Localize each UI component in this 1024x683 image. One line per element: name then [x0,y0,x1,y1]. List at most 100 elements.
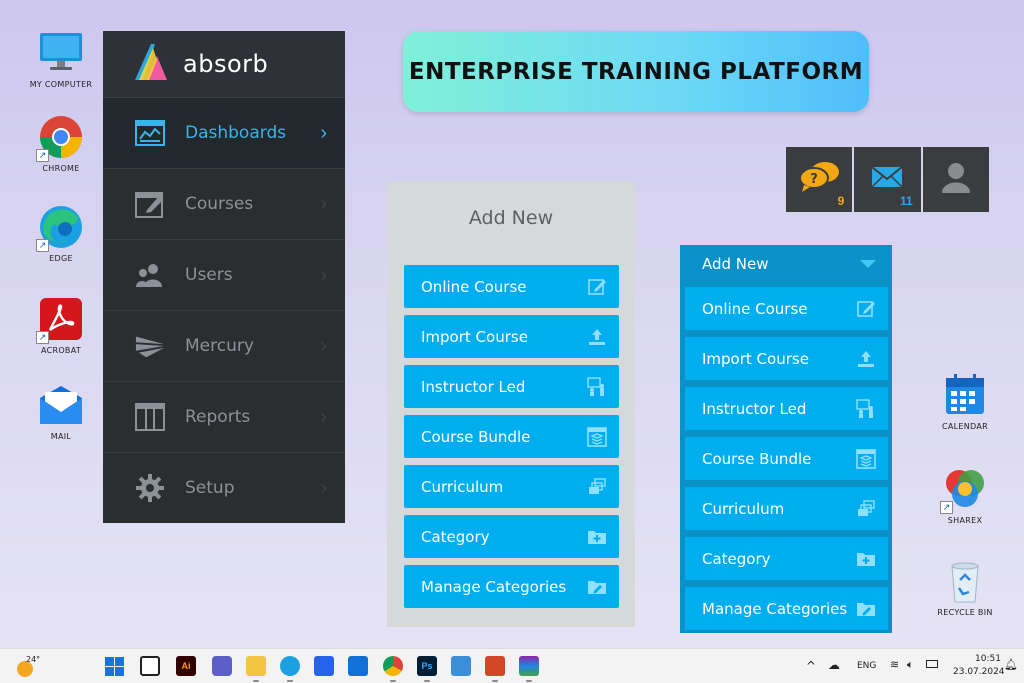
nav-item-mercury[interactable]: Mercury › [103,310,345,381]
header-tools: ? 9 11 [786,147,989,212]
wifi-icon[interactable]: ≋ [890,658,899,671]
desktop-icon-chrome[interactable]: ↗ CHROME [26,114,96,173]
winrar-icon[interactable] [519,656,539,676]
mercury-icon [135,331,165,361]
mail-button[interactable]: 11 [854,147,921,212]
file-explorer-icon[interactable] [246,656,266,676]
dropdown-import-course-item[interactable]: Import Course [685,337,888,380]
add-course-bundle-button[interactable]: Course Bundle [404,415,619,458]
chevron-right-icon: › [320,334,327,357]
desktop-icon-label: RECYCLE BIN [937,608,993,617]
gear-icon [135,473,165,503]
desktop-icon-edge[interactable]: ↗ EDGE [26,204,96,263]
desktop-icon-my-computer[interactable]: MY COMPUTER [26,30,96,89]
weather-widget[interactable]: 24° [14,655,44,679]
start-button[interactable] [105,657,124,681]
nav-item-users[interactable]: Users › [103,239,345,310]
button-label: Online Course [702,299,808,318]
profile-button[interactable] [922,147,989,212]
nav-item-reports[interactable]: Reports › [103,381,345,452]
add-category-button[interactable]: Category [404,515,619,558]
dropdown-manage-categories-item[interactable]: Manage Categories [685,587,888,630]
envelope-icon [871,166,904,193]
folder-add-icon [587,527,607,547]
acrobat-icon: ↗ [36,296,84,344]
desktop-icon-label: CALENDAR [941,422,988,431]
mail-icon[interactable] [348,656,368,676]
mail-icon [38,382,84,428]
button-label: Import Course [702,349,809,368]
add-curriculum-button[interactable]: Curriculum [404,465,619,508]
store-icon[interactable] [314,656,334,676]
chevron-up-icon[interactable]: ^ [806,659,816,673]
edit-icon [856,299,876,319]
dropdown-category-item[interactable]: Category [685,537,888,580]
shortcut-arrow-icon: ↗ [36,239,49,252]
add-import-course-button[interactable]: Import Course [404,315,619,358]
cloud-icon[interactable]: ☁ [828,658,840,672]
illustrator-icon[interactable]: Ai [176,656,196,676]
desktop-icon-sharex[interactable]: ↗ SHAREX [930,466,1000,525]
desktop-icon-calendar[interactable]: CALENDAR [930,372,1000,431]
button-label: Course Bundle [702,449,812,468]
bundle-icon [587,426,607,447]
desktop-icon-mail[interactable]: MAIL [26,382,96,441]
instructor-icon [856,398,876,419]
powerpoint-icon[interactable] [485,656,505,676]
button-label: Category [421,527,490,546]
nav-label: Reports [185,407,251,427]
desktop-icon-acrobat[interactable]: ↗ ACROBAT [26,296,96,355]
nav-item-dashboards[interactable]: Dashboards › [103,97,345,168]
clock-time[interactable]: 10:51 [975,654,1001,664]
chevron-right-icon: › [320,121,327,144]
nav-item-courses[interactable]: Courses › [103,168,345,239]
clock-date[interactable]: 23.07.2024 [953,667,1005,677]
nav-item-setup[interactable]: Setup › [103,452,345,523]
add-instructor-led-button[interactable]: Instructor Led [404,365,619,408]
desktop-icon-label: MY COMPUTER [29,80,93,89]
folder-edit-icon [587,577,607,597]
task-view-icon[interactable] [140,656,160,676]
shortcut-arrow-icon: ↗ [940,501,953,514]
svg-text:?: ? [810,172,818,187]
caret-down-icon [860,260,876,268]
teams-icon[interactable] [212,656,232,676]
running-indicator [390,680,396,682]
desktop-icon-recycle-bin[interactable]: RECYCLE BIN [930,558,1000,617]
photoshop-icon[interactable]: Ps [417,656,437,676]
absorb-sidebar: absorb Dashboards › Courses › Users › Me… [103,31,345,523]
folder-add-icon [856,549,876,569]
chat-button[interactable]: ? 9 [786,147,853,212]
taskbar: 24° Ai Ps ^ ☁ ENG ≋ 🔈︎ 10:51 23.07.2024 … [0,648,1024,683]
dropdown-instructor-led-item[interactable]: Instructor Led [685,387,888,430]
chat-bubble-icon: ? [798,161,840,198]
manage-categories-button[interactable]: Manage Categories [404,565,619,608]
dropdown-course-bundle-item[interactable]: Course Bundle [685,437,888,480]
volume-icon[interactable]: 🔈︎ [907,658,914,672]
desktop-icon-label: EDGE [49,254,73,263]
absorb-header: absorb [103,31,345,97]
curriculum-icon [587,477,607,497]
dropdown-online-course-item[interactable]: Online Course [685,287,888,330]
add-online-course-button[interactable]: Online Course [404,265,619,308]
chrome-icon[interactable] [383,656,403,676]
shortcut-arrow-icon: ↗ [36,149,49,162]
button-label: Curriculum [421,477,504,496]
running-indicator [526,680,532,682]
sharex-icon: ↗ [940,466,988,514]
chevron-right-icon: › [320,192,327,215]
edge-icon[interactable] [280,656,300,676]
notification-bell-icon[interactable]: 🔔︎ [1004,658,1018,671]
language-indicator[interactable]: ENG [857,661,876,671]
nav-label: Courses [185,194,254,214]
reports-icon [135,402,165,432]
add-new-dropdown-header[interactable]: Add New [680,245,892,283]
desktop-icon-label: SHAREX [947,516,983,525]
battery-icon[interactable] [926,660,938,668]
edit-icon [587,277,607,297]
title-banner: ENTERPRISE TRAINING PLATFORM [403,31,869,112]
photos-icon[interactable] [451,656,471,676]
dropdown-curriculum-item[interactable]: Curriculum [685,487,888,530]
button-label: Instructor Led [702,399,807,418]
desktop-icon-label: ACROBAT [40,346,82,355]
